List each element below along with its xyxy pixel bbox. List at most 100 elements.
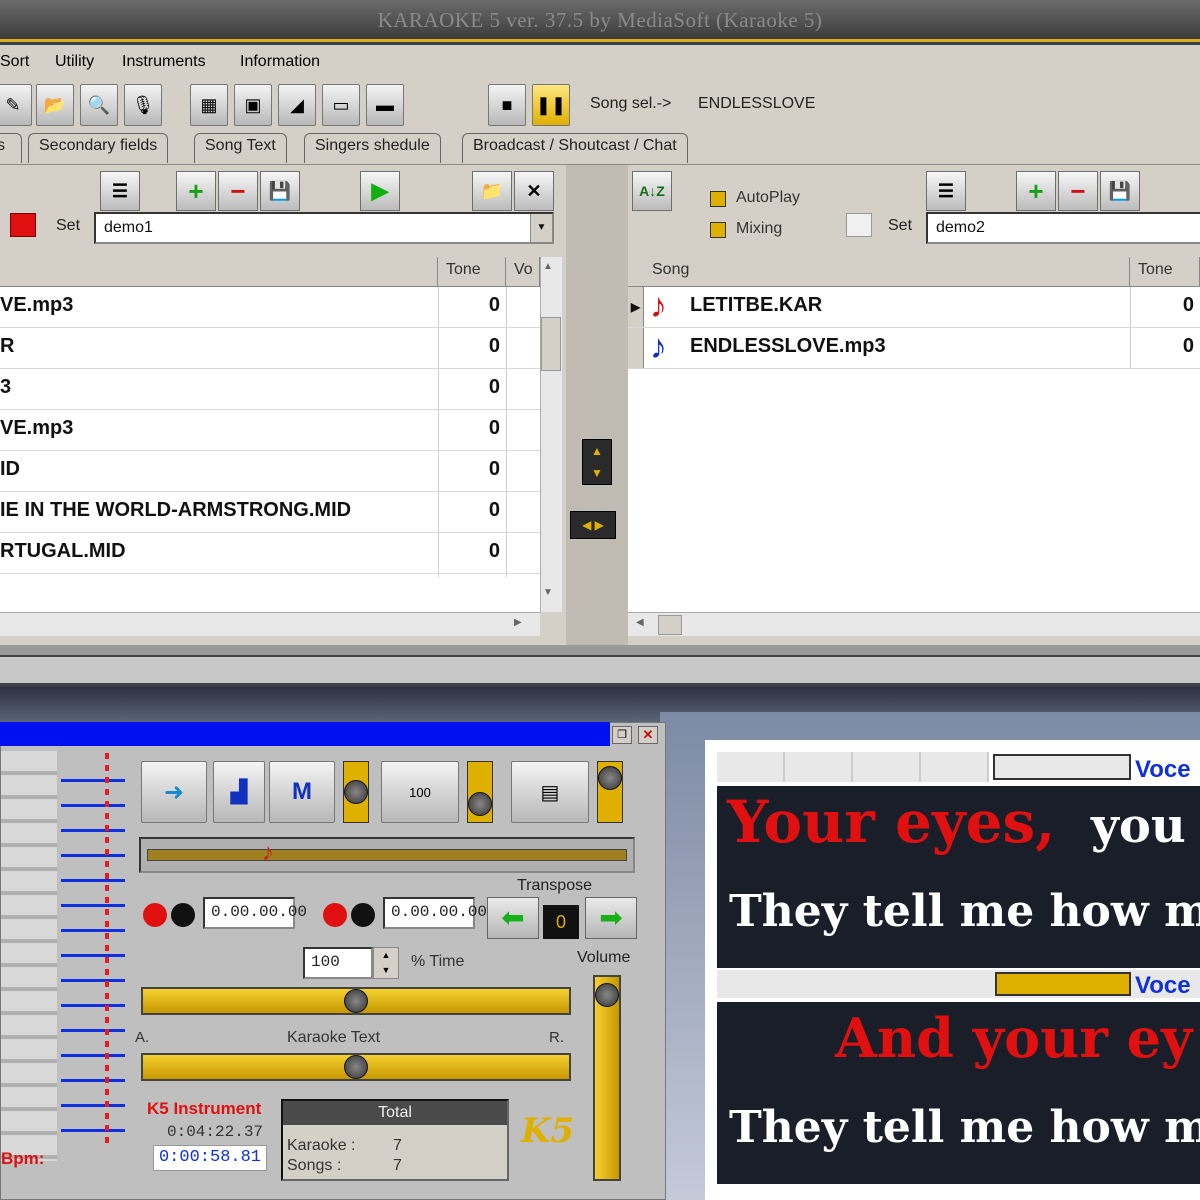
tab-song-text[interactable]: Song Text [194,133,287,163]
table-row[interactable]: ♪ ENDLESSLOVE.mp3 0 [628,328,1200,369]
right-col-indicator [628,257,645,287]
karaoke-text-slider[interactable] [141,1053,571,1081]
time-b-field[interactable]: 0.00.00.00 [383,897,487,929]
menu-utility[interactable]: Utility [55,53,94,71]
sort-az-icon[interactable]: A↓Z [632,171,672,211]
left-col-vo[interactable]: Vo [506,257,540,287]
transpose-down-icon[interactable]: ⬅ [487,897,539,939]
table-row[interactable]: ▶ ♪ LETITBE.KAR 0 [628,287,1200,328]
tab-secondary-fields[interactable]: Secondary fields [28,133,169,163]
network-icon[interactable]: ▦ [190,84,228,126]
open-folder-icon[interactable]: 📂 [36,84,74,126]
save-icon[interactable]: 💾 [260,171,300,211]
search-icon[interactable]: 🔍 [80,84,118,126]
mixing-label: Mixing [736,220,783,237]
scroll-down-icon[interactable]: ▼ [543,587,553,598]
player-title-bar [0,722,610,746]
play-icon[interactable]: ▶ [360,171,400,211]
right-set-panel: A↓Z AutoPlay Mixing ☰ + − 💾 Set demo2 So… [628,165,1200,645]
balance-slider[interactable] [141,987,571,1015]
table-row[interactable]: IE IN THE WORLD-ARMSTRONG.MID 0 [0,492,540,533]
delete-list-icon[interactable]: ✕ [514,171,554,211]
knob-slider[interactable] [343,761,369,823]
monitor-icon[interactable]: ▭ [322,84,360,126]
left-set-combo[interactable]: demo1 ▼ [94,212,554,244]
knob-slider[interactable] [467,761,493,823]
lyric-line1-sung: Your eyes, [727,788,1056,856]
scroll-up-icon[interactable]: ▲ [543,261,553,272]
tool-edit-icon[interactable]: ✎ [0,84,32,126]
waveform-icon[interactable]: ▤ [511,761,589,823]
add-icon[interactable]: + [1016,171,1056,211]
tab-fields[interactable]: s [0,133,22,163]
left-hscrollbar[interactable]: ▶ [0,612,540,636]
tab-broadcast[interactable]: Broadcast / Shoutcast / Chat [462,133,688,163]
menu-instruments[interactable]: Instruments [122,53,206,71]
gauge-icon[interactable]: 100 [381,761,459,823]
record-icon[interactable] [143,903,167,927]
right-set-value: demo2 [936,219,985,236]
menu-sort[interactable]: Sort [0,53,29,71]
scroll-right-icon[interactable]: ▶ [514,617,522,628]
import-icon[interactable]: ➜ [141,761,207,823]
restore-icon[interactable]: ❐ [612,726,632,744]
music-note-icon[interactable]: ♪ [262,841,274,865]
status-strip [0,655,1200,685]
chevron-down-icon[interactable]: ▼ [530,214,552,242]
tab-singers-shedule[interactable]: Singers shedule [304,133,441,163]
table-row[interactable]: VE.mp3 0 [0,410,540,451]
time-a-field[interactable]: 0.00.00.00 [203,897,307,929]
time-percent-field[interactable]: 100 [303,947,373,979]
right-set-combo[interactable]: demo2 [926,212,1200,244]
save-icon[interactable]: 💾 [1100,171,1140,211]
tab-bar: s Secondary fields Song Text Singers she… [0,131,1200,165]
table-row[interactable]: VE.mp3 0 [0,287,540,328]
player-window: ➜ ▟ M 100 ▤ ♪ 0.00.00.00 0.00.00.00 Tran… [0,722,666,1200]
mixing-checkbox[interactable] [710,222,726,238]
right-col-song[interactable]: Song [644,257,1130,287]
midi-icon[interactable]: M [269,761,335,823]
elapsed-time: 0:04:22.37 [167,1123,264,1141]
time-spinner[interactable]: ▲ ▼ [373,947,399,979]
scroll-left-icon[interactable]: ◀ [636,617,644,628]
scroll-thumb[interactable] [658,615,682,635]
seek-bar[interactable]: ♪ [139,837,635,873]
channel-meter [1,751,57,1161]
stop-dot-icon[interactable] [351,903,375,927]
left-vscrollbar[interactable]: ▲ ▼ [540,257,562,612]
table-row[interactable]: RTUGAL.MID 0 [0,533,540,574]
move-left-right-icon[interactable]: ◀ ▶ [570,511,616,539]
display-icon[interactable]: ▬ [366,84,404,126]
microphone-icon[interactable]: 🎙 [124,84,162,126]
left-set-value: demo1 [104,219,153,236]
lyric-tabs [717,752,989,782]
move-up-down-icon[interactable]: ▲ ▼ [582,439,612,485]
stop-dot-icon[interactable] [171,903,195,927]
remove-icon[interactable]: − [1058,171,1098,211]
pause-icon[interactable]: ❚❚ [532,84,570,126]
menu-information[interactable]: Information [240,53,320,71]
transpose-up-icon[interactable]: ➡ [585,897,637,939]
edit-list-icon[interactable]: ☰ [100,171,140,211]
autoplay-checkbox[interactable] [710,191,726,207]
record-icon[interactable] [323,903,347,927]
volume-slider[interactable] [593,975,621,1181]
right-hscrollbar[interactable]: ◀ [628,612,1200,636]
scroll-thumb[interactable] [541,317,561,371]
right-col-tone[interactable]: Tone [1130,257,1200,287]
left-col-tone[interactable]: Tone [438,257,506,287]
equalizer-icon[interactable]: ▟ [213,761,265,823]
table-row[interactable]: ID 0 [0,451,540,492]
table-row[interactable]: R0 [0,328,540,369]
edit-list-icon[interactable]: ☰ [926,171,966,211]
image-icon[interactable]: ▣ [234,84,272,126]
song-tone: 0 [488,540,500,562]
table-row[interactable]: 30 [0,369,540,410]
knob-slider[interactable] [597,761,623,823]
remove-icon[interactable]: − [218,171,258,211]
folder-icon[interactable]: 📁 [472,171,512,211]
stop-icon[interactable]: ■ [488,84,526,126]
chart-icon[interactable]: ◢ [278,84,316,126]
close-icon[interactable]: ✕ [638,726,658,744]
add-icon[interactable]: + [176,171,216,211]
